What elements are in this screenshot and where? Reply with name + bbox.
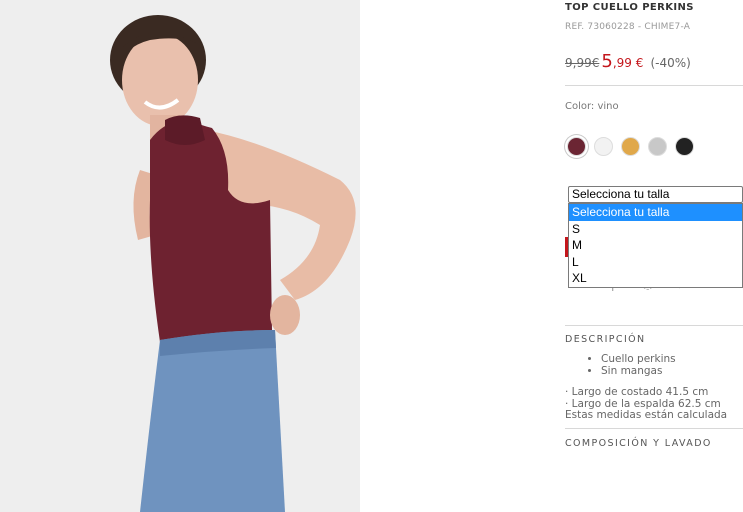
divider	[565, 428, 743, 429]
color-swatch-black[interactable]	[675, 137, 694, 156]
product-photo[interactable]	[0, 0, 360, 512]
size-option[interactable]: Selecciona tu talla	[569, 204, 742, 221]
size-select-box[interactable]: Selecciona tu talla	[568, 186, 743, 203]
color-swatch-grey[interactable]	[648, 137, 667, 156]
divider	[565, 325, 743, 326]
description-heading[interactable]: DESCRIPCIÓN	[565, 334, 646, 345]
color-swatches	[567, 137, 694, 156]
sale-price-integer: 5	[601, 51, 613, 72]
discount-badge: (-40%)	[650, 56, 691, 70]
list-item: Cuello perkins	[601, 353, 676, 365]
product-reference: REF. 73060228 - CHIME7-A	[565, 22, 691, 32]
sale-price-decimals: ,99 €	[612, 56, 644, 70]
color-swatch-vino[interactable]	[567, 137, 586, 156]
list-item: Sin mangas	[601, 365, 676, 377]
product-title: TOP CUELLO PERKINS	[565, 2, 694, 13]
measure-line: · Largo de costado 41.5 cm	[565, 386, 709, 398]
color-swatch-mustard[interactable]	[621, 137, 640, 156]
color-label: Color: vino	[565, 101, 619, 112]
size-option-m[interactable]: M	[569, 237, 742, 254]
measure-line: Estas medidas están calculada	[565, 409, 728, 421]
size-option-l[interactable]: L	[569, 254, 742, 271]
composition-heading[interactable]: COMPOSICIÓN Y LAVADO	[565, 438, 712, 449]
size-option-xl[interactable]: XL	[569, 270, 742, 287]
price-row: 9,99€ 5,99 € (-40%)	[565, 51, 691, 72]
size-options-list: Selecciona tu talla S M L XL	[568, 203, 743, 288]
divider	[565, 85, 743, 86]
color-swatch-white[interactable]	[594, 137, 613, 156]
old-price: 9,99€	[565, 56, 600, 70]
size-select[interactable]: Selecciona tu talla Selecciona tu talla …	[568, 186, 743, 288]
measurements: · Largo de costado 41.5 cm · Largo de la…	[565, 386, 728, 422]
size-option-s[interactable]: S	[569, 221, 742, 238]
description-bullets: Cuello perkins Sin mangas	[589, 353, 676, 377]
